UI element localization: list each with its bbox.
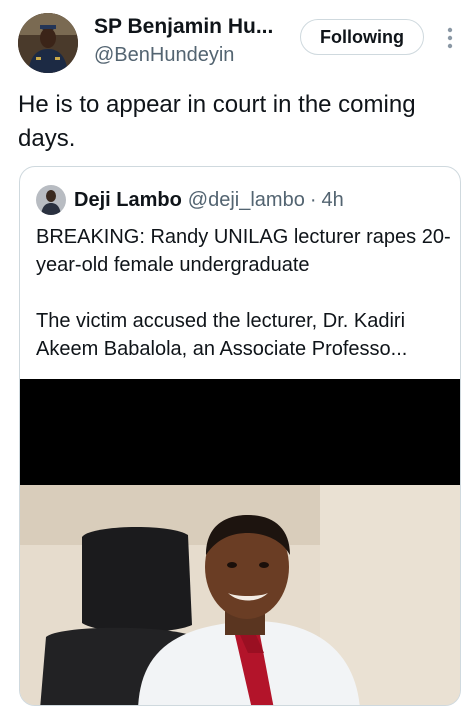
quoted-tweet-headline: BREAKING: Randy UNILAG lecturer rapes 20… (36, 226, 451, 276)
lecturer-photo (20, 485, 460, 705)
more-vertical-icon (447, 27, 453, 49)
quoted-tweet-paragraph: The victim accused the lecturer, Dr. Kad… (36, 310, 408, 360)
more-options-button[interactable] (440, 24, 460, 54)
media-photo (20, 485, 460, 705)
media-letterbox (20, 379, 460, 485)
quoted-author-avatar-image (36, 185, 66, 215)
quoted-author-name[interactable]: Deji Lambo (74, 189, 182, 212)
quoted-author-avatar[interactable] (36, 185, 66, 215)
tweet-text: He is to appear in court in the coming d… (18, 91, 416, 152)
quoted-tweet-body: BREAKING: Randy UNILAG lecturer rapes 20… (36, 223, 451, 363)
quoted-tweet-media[interactable] (20, 379, 460, 705)
following-button[interactable]: Following (300, 19, 424, 55)
author-name[interactable]: SP Benjamin Hu... (94, 15, 273, 39)
author-avatar[interactable] (18, 13, 78, 73)
quoted-tweet-card[interactable]: Deji Lambo @deji_lambo · 4h BREAKING: Ra… (19, 166, 461, 706)
author-handle[interactable]: @BenHundeyin (94, 44, 234, 67)
author-avatar-image (18, 13, 78, 73)
quoted-tweet-header: Deji Lambo @deji_lambo · 4h (36, 185, 344, 215)
quoted-tweet-time[interactable]: 4h (322, 189, 344, 212)
separator-dot: · (309, 188, 317, 211)
quoted-author-handle[interactable]: @deji_lambo (188, 189, 305, 212)
